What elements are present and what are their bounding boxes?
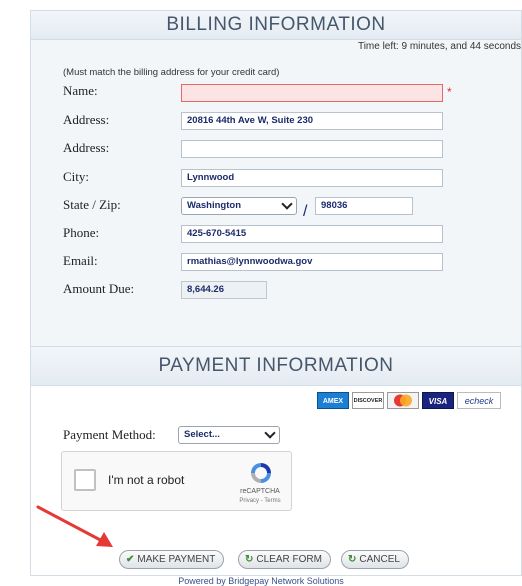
annotation-arrow-icon <box>36 505 113 547</box>
footer-text: Powered by Bridgepay Network Solutions <box>178 576 344 586</box>
